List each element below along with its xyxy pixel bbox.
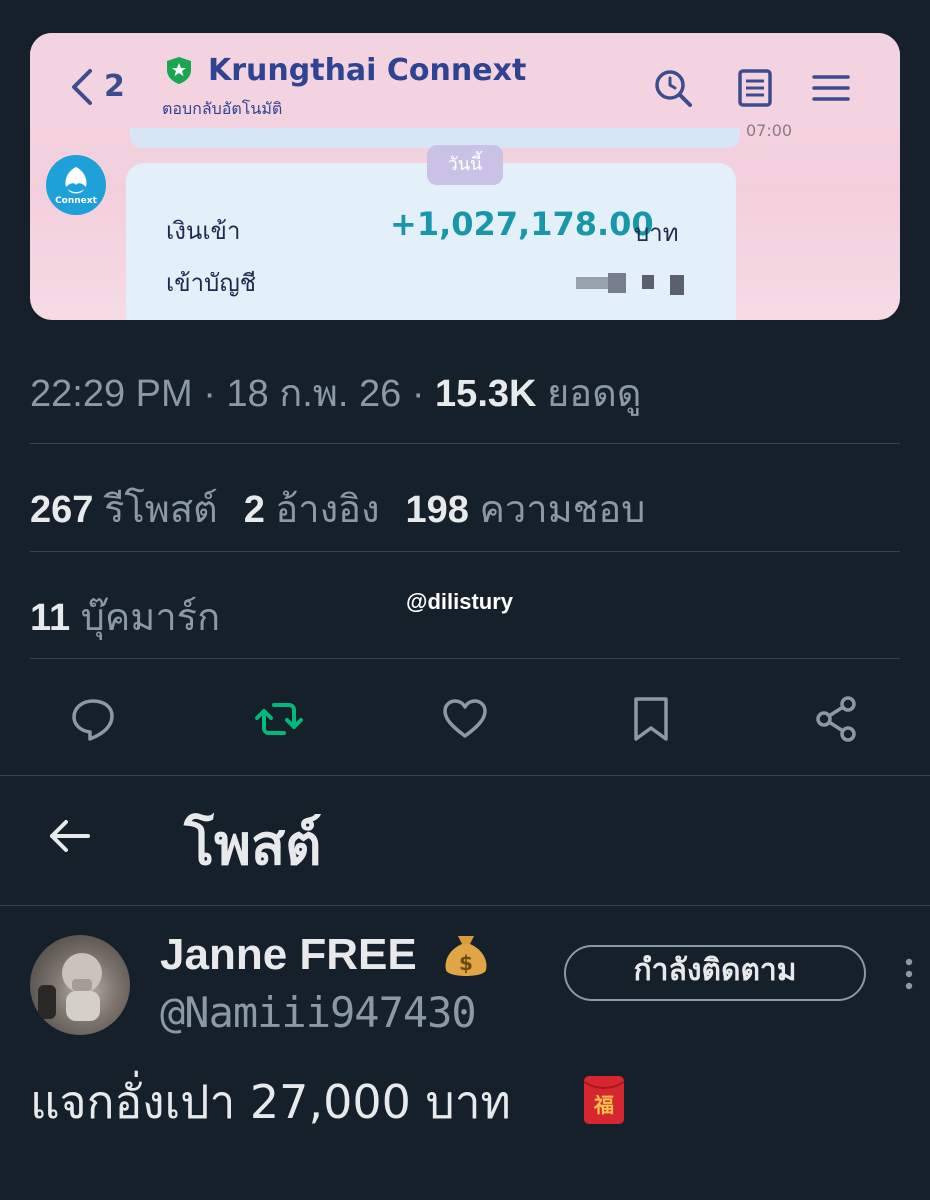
likes-count: 198 xyxy=(405,489,469,531)
more-options-icon[interactable] xyxy=(902,956,916,996)
view-count: 15.3K xyxy=(435,373,537,415)
view-label: ยอดดู xyxy=(547,373,642,415)
divider xyxy=(30,658,900,659)
account-label: เข้าบัญชี xyxy=(166,269,257,297)
tweet-time: 22:29 PM xyxy=(30,373,193,415)
quotes-count: 2 xyxy=(243,489,265,531)
likes-label: ความชอบ xyxy=(479,489,646,531)
bookmark-icon[interactable] xyxy=(626,694,676,744)
quotes-stat[interactable]: 2 อ้างอิง xyxy=(244,489,380,531)
bookmarks-count: 11 xyxy=(30,597,71,639)
share-icon[interactable] xyxy=(812,694,862,744)
tweet-timestamp-line: 22:29 PM · 18 ก.พ. 26 · 15.3K ยอดดู xyxy=(30,373,642,415)
bank-screenshot-image: 2 Krungthai Connext ตอบกลับอัตโนมัติ 07:… xyxy=(30,33,900,320)
bookmarks-label: บุ๊คมาร์ก xyxy=(80,597,221,639)
logo-label: Connext xyxy=(55,196,97,206)
divider xyxy=(30,551,900,552)
menu-icon xyxy=(812,75,850,101)
document-icon xyxy=(738,69,772,107)
tweet-date: 18 ก.พ. 26 xyxy=(226,373,402,415)
masked-account-number xyxy=(576,269,696,299)
bookmarks-stat[interactable]: 11 บุ๊คมาร์ก xyxy=(30,586,220,647)
following-button[interactable]: กำลังติดตาม xyxy=(564,945,866,1001)
engagement-stats: 267 รีโพสต์ 2 อ้างอิง 198 ความชอบ xyxy=(30,478,645,539)
avatar[interactable] xyxy=(30,935,130,1035)
deposit-label: เงินเข้า xyxy=(166,217,241,245)
previous-message-time: 07:00 xyxy=(746,121,793,140)
svg-text:福: 福 xyxy=(593,1093,614,1117)
section-divider xyxy=(0,775,930,776)
search-icon xyxy=(655,70,692,107)
bank-app-name: Krungthai Connext xyxy=(208,53,527,88)
bird-logo-icon xyxy=(65,167,87,194)
likes-stat[interactable]: 198 ความชอบ xyxy=(406,489,646,531)
reposts-stat[interactable]: 267 รีโพสต์ xyxy=(30,489,218,531)
deposit-amount: +1,027,178.00 xyxy=(390,205,654,243)
retweet-icon[interactable] xyxy=(254,694,304,744)
user-handle[interactable]: @Namiii947430 xyxy=(160,988,477,1037)
reposts-label: รีโพสต์ xyxy=(103,489,218,531)
quotes-label: อ้างอิง xyxy=(275,489,380,531)
back-arrow-icon[interactable] xyxy=(46,812,94,860)
tweet-text: แจกอั่งเปา 27,000 บาท xyxy=(30,1075,511,1129)
shield-icon xyxy=(167,57,191,84)
red-envelope-icon: 福 xyxy=(583,1076,625,1124)
currency-label: บาท xyxy=(634,219,679,247)
like-icon[interactable] xyxy=(440,694,490,744)
money-bag-icon: $ xyxy=(445,936,487,976)
back-count: 2 xyxy=(104,69,125,104)
svg-text:$: $ xyxy=(459,951,473,975)
page-title: โพสต์ xyxy=(184,813,322,878)
header-divider xyxy=(0,905,930,906)
divider xyxy=(30,443,900,444)
bank-app-subtitle: ตอบกลับอัตโนมัติ xyxy=(162,99,283,118)
krungthai-logo xyxy=(46,155,106,215)
reposts-count: 267 xyxy=(30,489,94,531)
figure-avatar-icon xyxy=(38,953,102,1021)
display-name[interactable]: Janne FREE xyxy=(160,930,417,980)
reply-icon[interactable] xyxy=(68,694,118,744)
chevron-left-icon xyxy=(72,69,92,105)
date-chip: วันนี้ xyxy=(427,145,503,185)
watermark: @dilistury xyxy=(406,589,514,614)
